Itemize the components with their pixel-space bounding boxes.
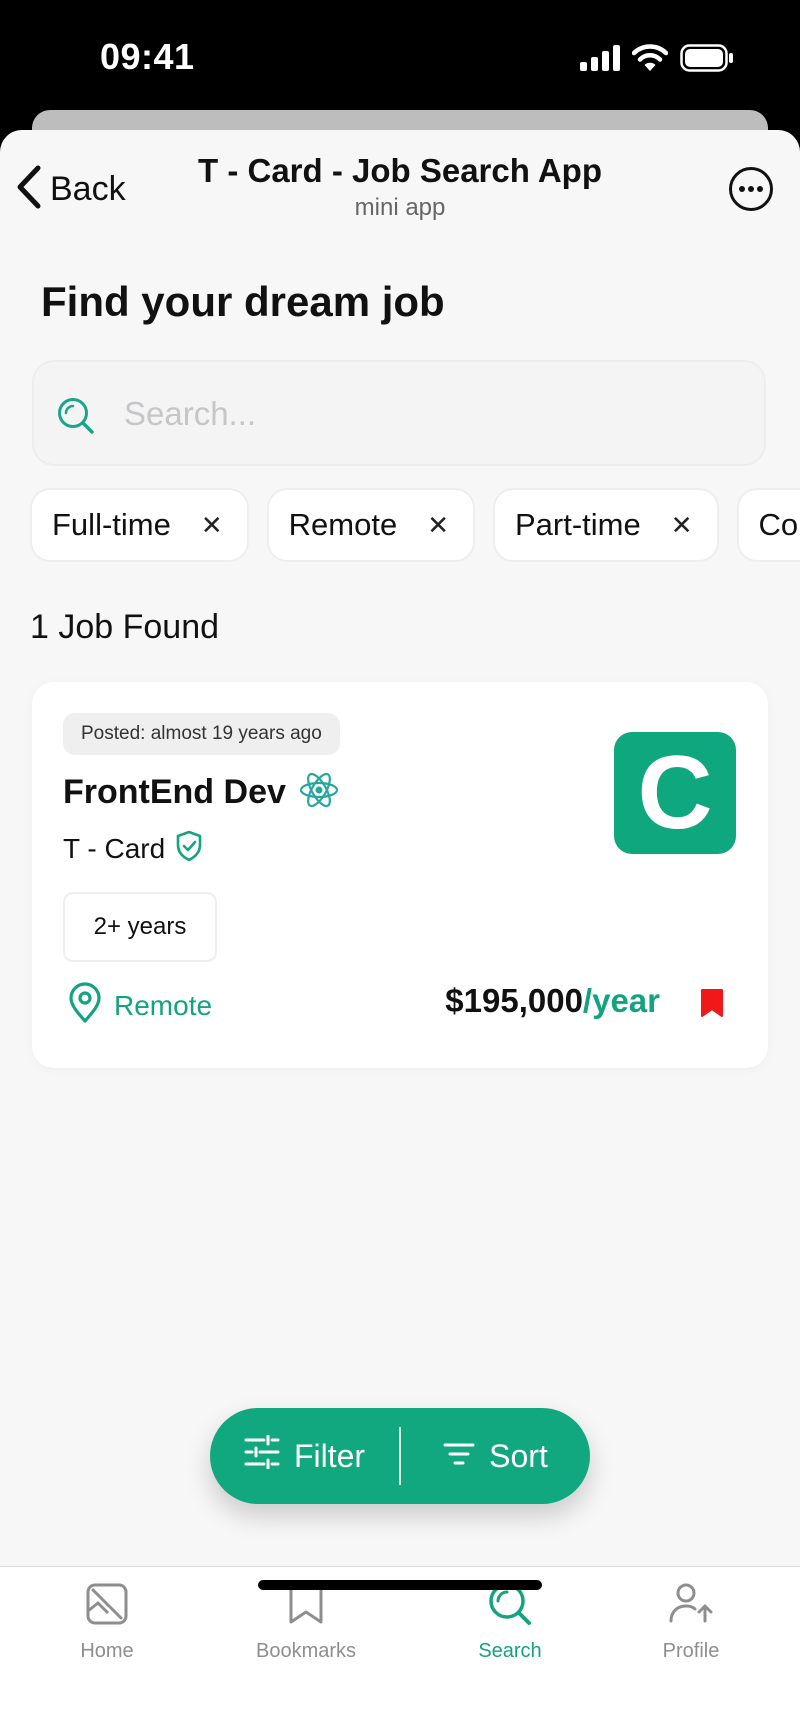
- company-row: T - Card: [63, 830, 203, 867]
- sort-label: Sort: [489, 1437, 548, 1474]
- profile-icon: [668, 1581, 714, 1632]
- filter-chip-full-time[interactable]: Full-time ✕: [30, 488, 249, 562]
- search-input[interactable]: [122, 388, 746, 440]
- filter-label: Filter: [293, 1437, 366, 1474]
- company-logo: C: [614, 732, 736, 854]
- salary: $195,000/year: [445, 982, 660, 1020]
- search-icon: [56, 396, 96, 441]
- location-pin-icon: [68, 982, 102, 1029]
- job-card[interactable]: Posted: almost 19 years ago FrontEnd Dev…: [32, 682, 768, 1068]
- app-subtitle: mini app: [354, 194, 446, 221]
- close-icon[interactable]: ✕: [201, 510, 223, 541]
- nav-label: Home: [80, 1640, 134, 1662]
- sliders-icon: [244, 1434, 280, 1477]
- filter-chip-label: Co: [758, 507, 799, 542]
- wifi-icon: [631, 44, 669, 77]
- sort-lines-icon: [443, 1438, 475, 1475]
- nav-item-bookmarks[interactable]: Bookmarks: [216, 1581, 396, 1663]
- filter-sort-bar: Filter Sort: [210, 1408, 590, 1504]
- battery-icon: [680, 44, 734, 77]
- app-title: T - Card - Job Search App: [198, 152, 602, 189]
- filter-chip-partial[interactable]: Co: [736, 488, 800, 562]
- company-name: T - Card: [63, 832, 166, 864]
- salary-period: /year: [582, 982, 660, 1019]
- location-text: Remote: [114, 989, 213, 1021]
- nav-label: Search: [478, 1640, 542, 1662]
- react-icon: [298, 770, 340, 815]
- filter-button[interactable]: Filter: [210, 1408, 399, 1504]
- bookmark-button[interactable]: [700, 988, 724, 1023]
- nav-item-profile[interactable]: Profile: [601, 1581, 781, 1663]
- nav-label: Profile: [662, 1640, 720, 1662]
- close-icon[interactable]: ✕: [671, 510, 693, 541]
- job-title: FrontEnd Dev: [63, 773, 286, 811]
- posted-badge: Posted: almost 19 years ago: [63, 713, 340, 755]
- bottom-nav: Home Bookmarks Search Profile: [0, 1566, 800, 1734]
- sort-button[interactable]: Sort: [401, 1408, 590, 1504]
- more-button[interactable]: [728, 166, 774, 212]
- app-sheet: Back T - Card - Job Search App mini app …: [0, 130, 800, 1734]
- filter-chip-part-time[interactable]: Part-time ✕: [492, 488, 719, 562]
- filter-chip-label: Remote: [288, 507, 398, 542]
- signal-icon: [580, 45, 620, 76]
- status-bar: 09:41: [0, 0, 800, 110]
- more-icon: [728, 167, 774, 216]
- filter-chip-label: Part-time: [514, 507, 641, 542]
- status-time: 09:41: [100, 36, 195, 77]
- search-bar[interactable]: [32, 360, 766, 466]
- nav-label: Bookmarks: [255, 1640, 357, 1662]
- experience-tag: 2+ years: [63, 892, 217, 962]
- result-count: 1 Job Found: [30, 608, 220, 646]
- salary-amount: $195,000: [445, 982, 583, 1019]
- page-title: Find your dream job: [41, 278, 445, 325]
- close-icon[interactable]: ✕: [427, 510, 449, 541]
- location-row: Remote: [68, 982, 212, 1029]
- home-icon: [84, 1581, 130, 1632]
- status-icons: [580, 44, 734, 77]
- filter-chip-remote[interactable]: Remote ✕: [266, 488, 475, 562]
- nav-item-home[interactable]: Home: [17, 1581, 197, 1663]
- nav-item-search[interactable]: Search: [420, 1581, 600, 1663]
- filter-chip-label: Full-time: [52, 507, 171, 542]
- job-title-row: FrontEnd Dev: [63, 770, 340, 815]
- verified-shield-icon: [175, 830, 203, 867]
- filter-chips: Full-time ✕ Remote ✕ Part-time ✕ Co: [30, 488, 800, 562]
- home-indicator: [258, 1580, 542, 1590]
- bookmark-filled-icon: [700, 989, 724, 1022]
